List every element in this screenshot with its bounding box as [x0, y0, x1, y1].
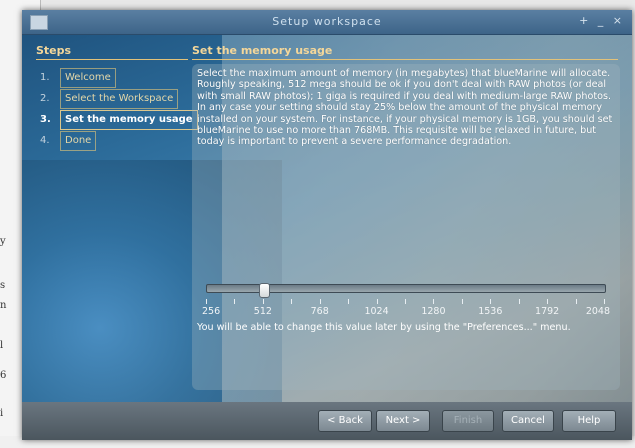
instructions-text: Select the maximum amount of memory (in … — [197, 68, 615, 148]
minimize-icon[interactable]: _ — [598, 14, 604, 27]
background-text-fragment: y — [0, 236, 6, 247]
window-controls: + _ × — [573, 14, 622, 27]
slider-tick-label: 1024 — [364, 306, 389, 317]
slider-tick — [433, 299, 435, 304]
slider-tick — [262, 299, 264, 304]
close-icon[interactable]: × — [613, 14, 622, 27]
page-title: Set the memory usage — [192, 44, 618, 60]
step-label: Select the Workspace — [60, 89, 179, 109]
memory-slider[interactable]: 256 512 768 1024 1280 1536 1792 2048 — [200, 280, 612, 324]
steps-heading: Steps — [36, 44, 188, 60]
step-label: Welcome — [60, 68, 116, 88]
slider-ticks — [206, 299, 605, 305]
background-text-fragment: n — [0, 300, 7, 311]
back-button[interactable]: < Back — [318, 410, 372, 432]
background-text-fragment: l — [0, 340, 4, 351]
slider-tick — [206, 299, 207, 304]
background-text-fragment: i — [0, 408, 4, 419]
slider-tick — [604, 299, 605, 304]
title-bar[interactable]: Setup workspace + _ × — [22, 10, 632, 35]
window-title: Setup workspace — [272, 15, 382, 28]
slider-track[interactable] — [206, 283, 606, 298]
slider-tick-label: 1792 — [535, 306, 560, 317]
slider-tick — [291, 299, 293, 304]
step-number: 3. — [40, 114, 51, 125]
background-text-fragment: s — [0, 280, 6, 291]
step-number: 4. — [40, 135, 50, 146]
slider-tick-labels: 256 512 768 1024 1280 1536 1792 2048 — [202, 306, 610, 318]
slider-tick — [376, 299, 378, 304]
slider-tick-label: 768 — [310, 306, 329, 317]
slider-tick-label: 1536 — [478, 306, 503, 317]
step-item-welcome: 1. Welcome — [36, 68, 196, 88]
step-label: Set the memory usage — [60, 110, 198, 130]
slider-tick-label: 512 — [253, 306, 272, 317]
step-label: Done — [60, 131, 97, 151]
cancel-button[interactable]: Cancel — [502, 410, 554, 432]
instructions-paragraph: In any case your setting should stay 25%… — [197, 102, 613, 148]
step-item-done: 4. Done — [36, 131, 196, 151]
slider-tick-label: 2048 — [585, 306, 610, 317]
step-item-memory-usage: 3. Set the memory usage — [36, 110, 198, 130]
step-number: 2. — [40, 93, 50, 104]
help-button[interactable]: Help — [562, 410, 616, 432]
desktop: y s n l 6 i Setup workspace + _ × Steps … — [0, 0, 635, 448]
slider-tick-label: 256 — [202, 306, 221, 317]
finish-button[interactable]: Finish — [442, 410, 494, 432]
slider-tick — [547, 299, 549, 304]
button-bar: < Back Next > Finish Cancel Help — [22, 402, 632, 440]
slider-tick — [461, 299, 463, 304]
slider-tick — [575, 299, 577, 304]
slider-tick — [405, 299, 406, 304]
instructions-paragraph: Select the maximum amount of memory (in … — [197, 68, 612, 102]
preferences-note: You will be able to change this value la… — [197, 322, 571, 333]
steps-list: 1. Welcome 2. Select the Workspace 3. Se… — [36, 68, 198, 152]
slider-tick — [319, 299, 321, 304]
step-number: 1. — [40, 72, 50, 83]
slider-tick — [518, 299, 520, 304]
slider-tick-label: 1280 — [421, 306, 446, 317]
slider-tick — [348, 299, 350, 304]
slider-tick — [234, 299, 236, 304]
maximize-icon[interactable]: + — [579, 14, 588, 27]
setup-workspace-dialog: Setup workspace + _ × Steps 1. Welcome 2… — [22, 10, 632, 440]
slider-tick — [490, 299, 492, 304]
step-item-select-workspace: 2. Select the Workspace — [36, 89, 196, 109]
background-text-fragment: 6 — [0, 370, 7, 381]
slider-thumb[interactable] — [258, 283, 270, 298]
next-button[interactable]: Next > — [376, 410, 430, 432]
